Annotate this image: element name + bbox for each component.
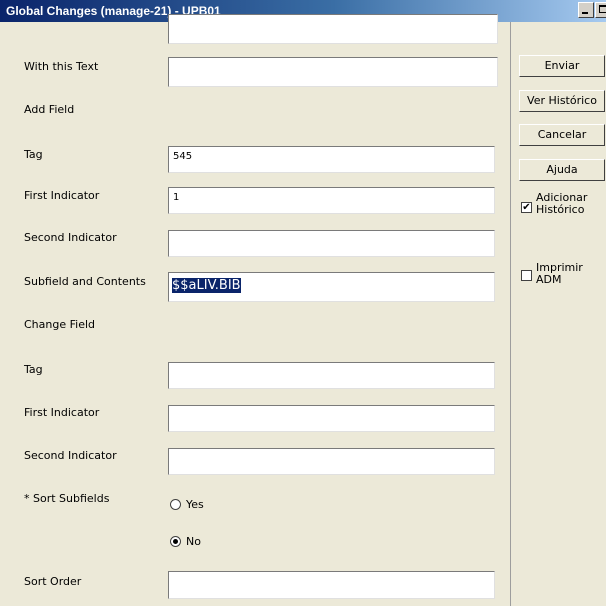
sort-subfields-label: * Sort Subfields: [24, 492, 110, 505]
subfield-contents-label: Subfield and Contents: [24, 275, 146, 288]
adicionar-label-line2: Histórico: [536, 203, 585, 216]
actions-panel: Enviar Ver Histórico Cancelar Ajuda ✔ Ad…: [510, 22, 606, 606]
minimize-icon: [582, 12, 588, 14]
enviar-button[interactable]: Enviar: [519, 55, 605, 77]
maximize-button[interactable]: [595, 2, 606, 18]
sort-order-label: Sort Order: [24, 575, 82, 588]
adicionar-historico-checkbox[interactable]: ✔: [521, 202, 532, 213]
sort-subfields-no-label: No: [186, 535, 201, 548]
add-field-heading: Add Field: [24, 103, 75, 116]
imprimir-adm-checkbox[interactable]: [521, 270, 532, 281]
change-second-indicator-label: Second Indicator: [24, 449, 117, 462]
add-second-indicator-input[interactable]: [168, 230, 495, 257]
ajuda-button[interactable]: Ajuda: [519, 159, 605, 181]
add-first-indicator-label: First Indicator: [24, 189, 100, 202]
sort-subfields-yes-label: Yes: [186, 498, 204, 511]
add-first-indicator-input[interactable]: 1: [168, 187, 495, 214]
imprimir-label-line2: ADM: [536, 273, 562, 286]
with-this-text-input[interactable]: [168, 57, 498, 87]
change-first-indicator-input[interactable]: [168, 405, 495, 432]
change-tag-label: Tag: [24, 363, 43, 376]
maximize-icon: [599, 5, 606, 13]
add-second-indicator-label: Second Indicator: [24, 231, 117, 244]
change-field-heading: Change Field: [24, 318, 96, 331]
with-this-text-label: With this Text: [24, 60, 99, 73]
change-second-indicator-input[interactable]: [168, 448, 495, 475]
minimize-button[interactable]: [578, 2, 594, 18]
add-tag-input[interactable]: 545: [168, 146, 495, 173]
subfield-contents-input[interactable]: $$aLIV.BIB: [168, 272, 495, 302]
form-panel: With this Text Add Field Tag 545 First I…: [0, 14, 508, 606]
ver-historico-button[interactable]: Ver Histórico: [519, 90, 605, 112]
add-tag-label: Tag: [24, 148, 43, 161]
global-changes-window: Global Changes (manage-21) - UPB01 With …: [0, 0, 606, 606]
sort-subfields-yes-radio[interactable]: [170, 499, 181, 510]
previous-field-input[interactable]: [168, 14, 498, 44]
cancelar-button[interactable]: Cancelar: [519, 124, 605, 146]
adicionar-historico-label: Adicionar Histórico: [536, 192, 587, 216]
change-tag-input[interactable]: [168, 362, 495, 389]
imprimir-adm-label: Imprimir ADM: [536, 262, 583, 286]
sort-subfields-no-radio[interactable]: [170, 536, 181, 547]
subfield-contents-selected-text: $$aLIV.BIB: [172, 278, 241, 293]
sort-order-input[interactable]: [168, 571, 495, 599]
change-first-indicator-label: First Indicator: [24, 406, 100, 419]
radio-dot: [173, 539, 178, 544]
